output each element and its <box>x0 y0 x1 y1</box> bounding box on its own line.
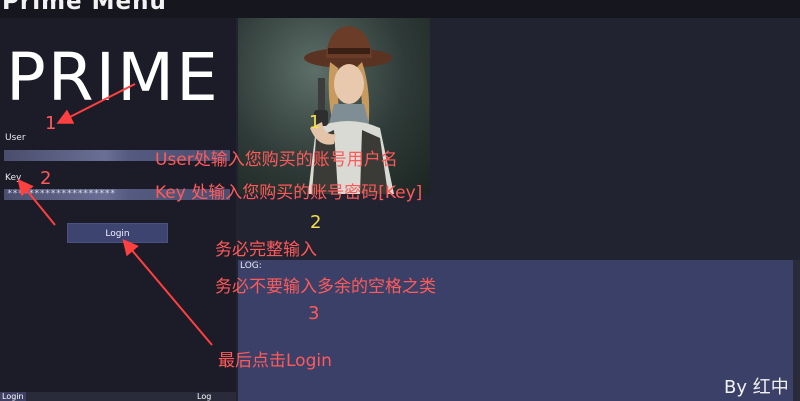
window-title: Prime Menu <box>2 0 167 15</box>
annotation-number-3: 3 <box>308 303 320 324</box>
annotation-no-extra-spaces: 务必不要输入多余的空格之类 <box>215 277 436 297</box>
annotation-complete-input: 务必完整输入 <box>215 240 317 260</box>
annotation-number-2: 2 <box>40 168 52 189</box>
brand-logo-text: PRIME <box>6 39 220 116</box>
key-label: Key <box>5 173 22 183</box>
login-button[interactable]: Login <box>67 223 168 243</box>
author-credit: By 红中 <box>724 377 789 398</box>
annotation-key-instruction: Key 处输入您购买的账号密码[Key] <box>155 183 423 203</box>
user-label: User <box>5 133 26 143</box>
log-label: LOG: <box>240 261 262 271</box>
annotation-number-1: 1 <box>45 113 57 134</box>
title-bar: Prime Menu <box>0 0 800 18</box>
tab-log[interactable]: Log <box>197 392 211 401</box>
scrollbar[interactable] <box>793 260 800 401</box>
annotation-yellow-2: 2 <box>310 212 322 233</box>
annotation-yellow-1: 1 <box>309 112 321 133</box>
annotation-user-instruction: User处输入您购买的账号用户名 <box>155 150 398 170</box>
annotation-click-login: 最后点击Login <box>218 351 332 371</box>
tab-login[interactable]: Login <box>0 392 26 401</box>
